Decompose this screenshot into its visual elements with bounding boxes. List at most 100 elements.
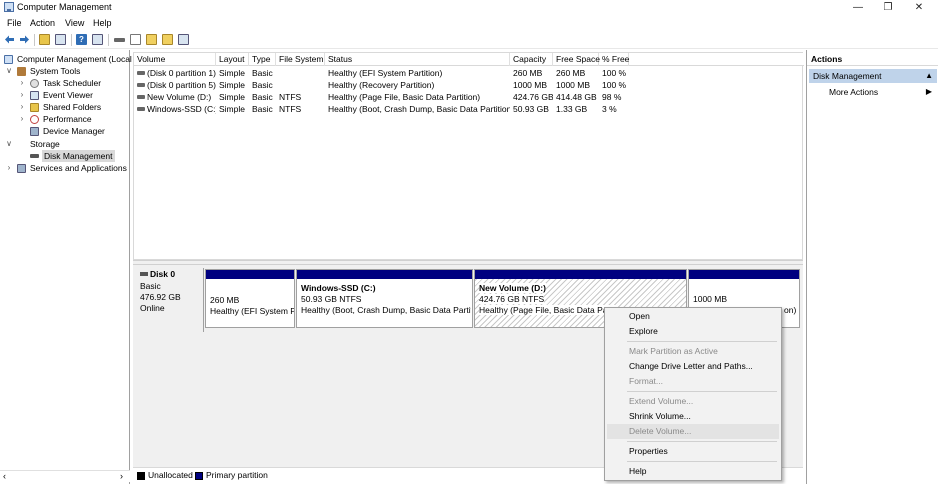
show-hide-tree-icon[interactable] (55, 34, 66, 45)
menu-item-format[interactable]: Format... (629, 376, 663, 386)
tree-item-services-and-applications[interactable]: › Services and Applications (0, 162, 130, 174)
column-type[interactable]: Type (249, 53, 276, 66)
tools-icon (17, 67, 26, 76)
column-percent-free[interactable]: % Free (599, 53, 629, 66)
back-icon[interactable] (4, 34, 15, 45)
open-folder-icon[interactable] (162, 34, 173, 45)
caret-down-icon[interactable]: ∨ (5, 65, 13, 77)
menu-help[interactable]: Help (93, 16, 112, 30)
cell-free-space: 1.33 GB (556, 104, 588, 114)
properties-icon[interactable] (92, 34, 103, 45)
menu-action[interactable]: Action (30, 16, 55, 30)
up-folder-icon[interactable] (39, 34, 50, 45)
partition-size: 424.76 GB NTFS (479, 294, 545, 304)
tree-horizontal-scrollbar[interactable]: ‹ › (0, 470, 130, 482)
cell-layout: Simple (219, 68, 245, 78)
caret-right-icon[interactable]: › (18, 77, 26, 89)
cell-layout: Simple (219, 104, 245, 114)
menu-item-properties[interactable]: Properties (629, 446, 668, 456)
cell-file-system: NTFS (279, 104, 302, 114)
device-manager-icon (30, 127, 39, 136)
menu-bar: File Action View Help (0, 16, 938, 30)
tree-root[interactable]: Computer Management (Local (0, 53, 132, 65)
cell-volume: New Volume (D:) (147, 92, 212, 102)
column-layout[interactable]: Layout (216, 53, 249, 66)
partition-windows-ssd[interactable]: Windows-SSD (C:) 50.93 GB NTFS Healthy (… (296, 269, 473, 328)
cell-capacity: 50.93 GB (513, 104, 549, 114)
column-file-system[interactable]: File System (276, 53, 325, 66)
menu-separator (627, 441, 777, 442)
scroll-left-icon[interactable]: ‹ (3, 471, 6, 481)
table-row[interactable]: (Disk 0 partition 1) Simple Basic Health… (134, 67, 804, 79)
partition-size: 50.93 GB NTFS (301, 294, 362, 304)
folder-icon[interactable] (146, 34, 157, 45)
forward-icon[interactable] (19, 34, 30, 45)
actions-section-disk-management[interactable]: Disk Management ▲ (809, 69, 937, 83)
disk-status: Online (140, 303, 165, 313)
disk-0-label[interactable]: Disk 0 Basic 476.92 GB Online (134, 268, 204, 332)
caret-right-icon[interactable]: › (5, 162, 13, 174)
partition-size: 1000 MB (693, 294, 728, 304)
menu-file[interactable]: File (7, 16, 22, 30)
caret-right-icon[interactable]: › (18, 89, 26, 101)
partition-header-bar (206, 270, 294, 279)
restore-button[interactable]: ❐ (872, 0, 904, 16)
submenu-arrow-icon[interactable]: ▶ (926, 87, 932, 96)
toolbar: ? (0, 31, 938, 49)
menu-item-help[interactable]: Help (629, 466, 646, 476)
legend-unallocated: Unallocated (148, 470, 193, 480)
shared-folders-icon (30, 103, 39, 112)
column-status[interactable]: Status (325, 53, 510, 66)
column-capacity[interactable]: Capacity (510, 53, 553, 66)
tree-item-device-manager[interactable]: Device Manager (0, 125, 130, 137)
cell-status: Healthy (Page File, Basic Data Partition… (328, 92, 481, 102)
more-actions-link[interactable]: More Actions (829, 87, 878, 97)
menu-item-shrink-volume[interactable]: Shrink Volume... (629, 411, 691, 421)
tree-item-shared-folders[interactable]: › Shared Folders (0, 101, 130, 113)
menu-item-delete-volume[interactable]: Delete Volume... (629, 426, 691, 436)
menu-item-mark-active[interactable]: Mark Partition as Active (629, 346, 718, 356)
partition-efi[interactable]: 260 MB Healthy (EFI System Pa (205, 269, 295, 328)
tree-item-task-scheduler[interactable]: › Task Scheduler (0, 77, 130, 89)
partition-status: on) (784, 305, 797, 315)
cell-layout: Simple (219, 80, 245, 90)
actions-pane: Actions Disk Management ▲ More Actions ▶ (806, 50, 938, 484)
tree-item-label: Device Manager (43, 126, 105, 136)
disk-icon[interactable] (114, 38, 125, 42)
menu-item-open[interactable]: Open (629, 311, 650, 321)
scroll-right-icon[interactable]: › (120, 471, 123, 481)
table-row[interactable]: (Disk 0 partition 5) Simple Basic Health… (134, 79, 804, 91)
tree-item-storage[interactable]: ∨ Storage (0, 138, 130, 150)
check-icon[interactable] (130, 34, 141, 45)
partition-title: Windows-SSD (C:) (301, 283, 376, 293)
column-volume[interactable]: Volume (134, 53, 216, 66)
tree-item-disk-management[interactable]: Disk Management (0, 150, 130, 162)
close-button[interactable]: ✕ (903, 0, 935, 16)
menu-item-extend-volume[interactable]: Extend Volume... (629, 396, 693, 406)
help-icon[interactable]: ? (76, 34, 87, 45)
menu-item-explore[interactable]: Explore (629, 326, 658, 336)
tree-item-label: Event Viewer (43, 90, 93, 100)
table-row[interactable]: New Volume (D:) Simple Basic NTFS Health… (134, 91, 804, 103)
caret-right-icon[interactable]: › (18, 101, 26, 113)
cell-volume: (Disk 0 partition 1) (147, 68, 216, 78)
partition-header-bar (475, 270, 686, 279)
tree-item-system-tools[interactable]: ∨ System Tools (0, 65, 130, 77)
menu-separator (627, 341, 777, 342)
cell-free-space: 260 MB (556, 68, 586, 78)
collapse-icon[interactable]: ▲ (925, 69, 933, 83)
caret-down-icon[interactable]: ∨ (5, 138, 13, 150)
caret-right-icon[interactable]: › (18, 113, 26, 125)
tree-item-event-viewer[interactable]: › Event Viewer (0, 89, 130, 101)
tree-item-label: Task Scheduler (43, 78, 102, 88)
table-row[interactable]: Windows-SSD (C:) Simple Basic NTFS Healt… (134, 103, 804, 115)
tree-item-performance[interactable]: › Performance (0, 113, 130, 125)
menu-view[interactable]: View (65, 16, 84, 30)
title-bar: Computer Management — ❐ ✕ (0, 0, 938, 16)
list-view-icon[interactable] (178, 34, 189, 45)
unallocated-swatch (137, 472, 145, 480)
partition-header-bar (689, 270, 799, 279)
column-free-space[interactable]: Free Space (553, 53, 600, 66)
minimize-button[interactable]: — (842, 0, 874, 16)
menu-item-change-drive-letter[interactable]: Change Drive Letter and Paths... (629, 361, 753, 371)
